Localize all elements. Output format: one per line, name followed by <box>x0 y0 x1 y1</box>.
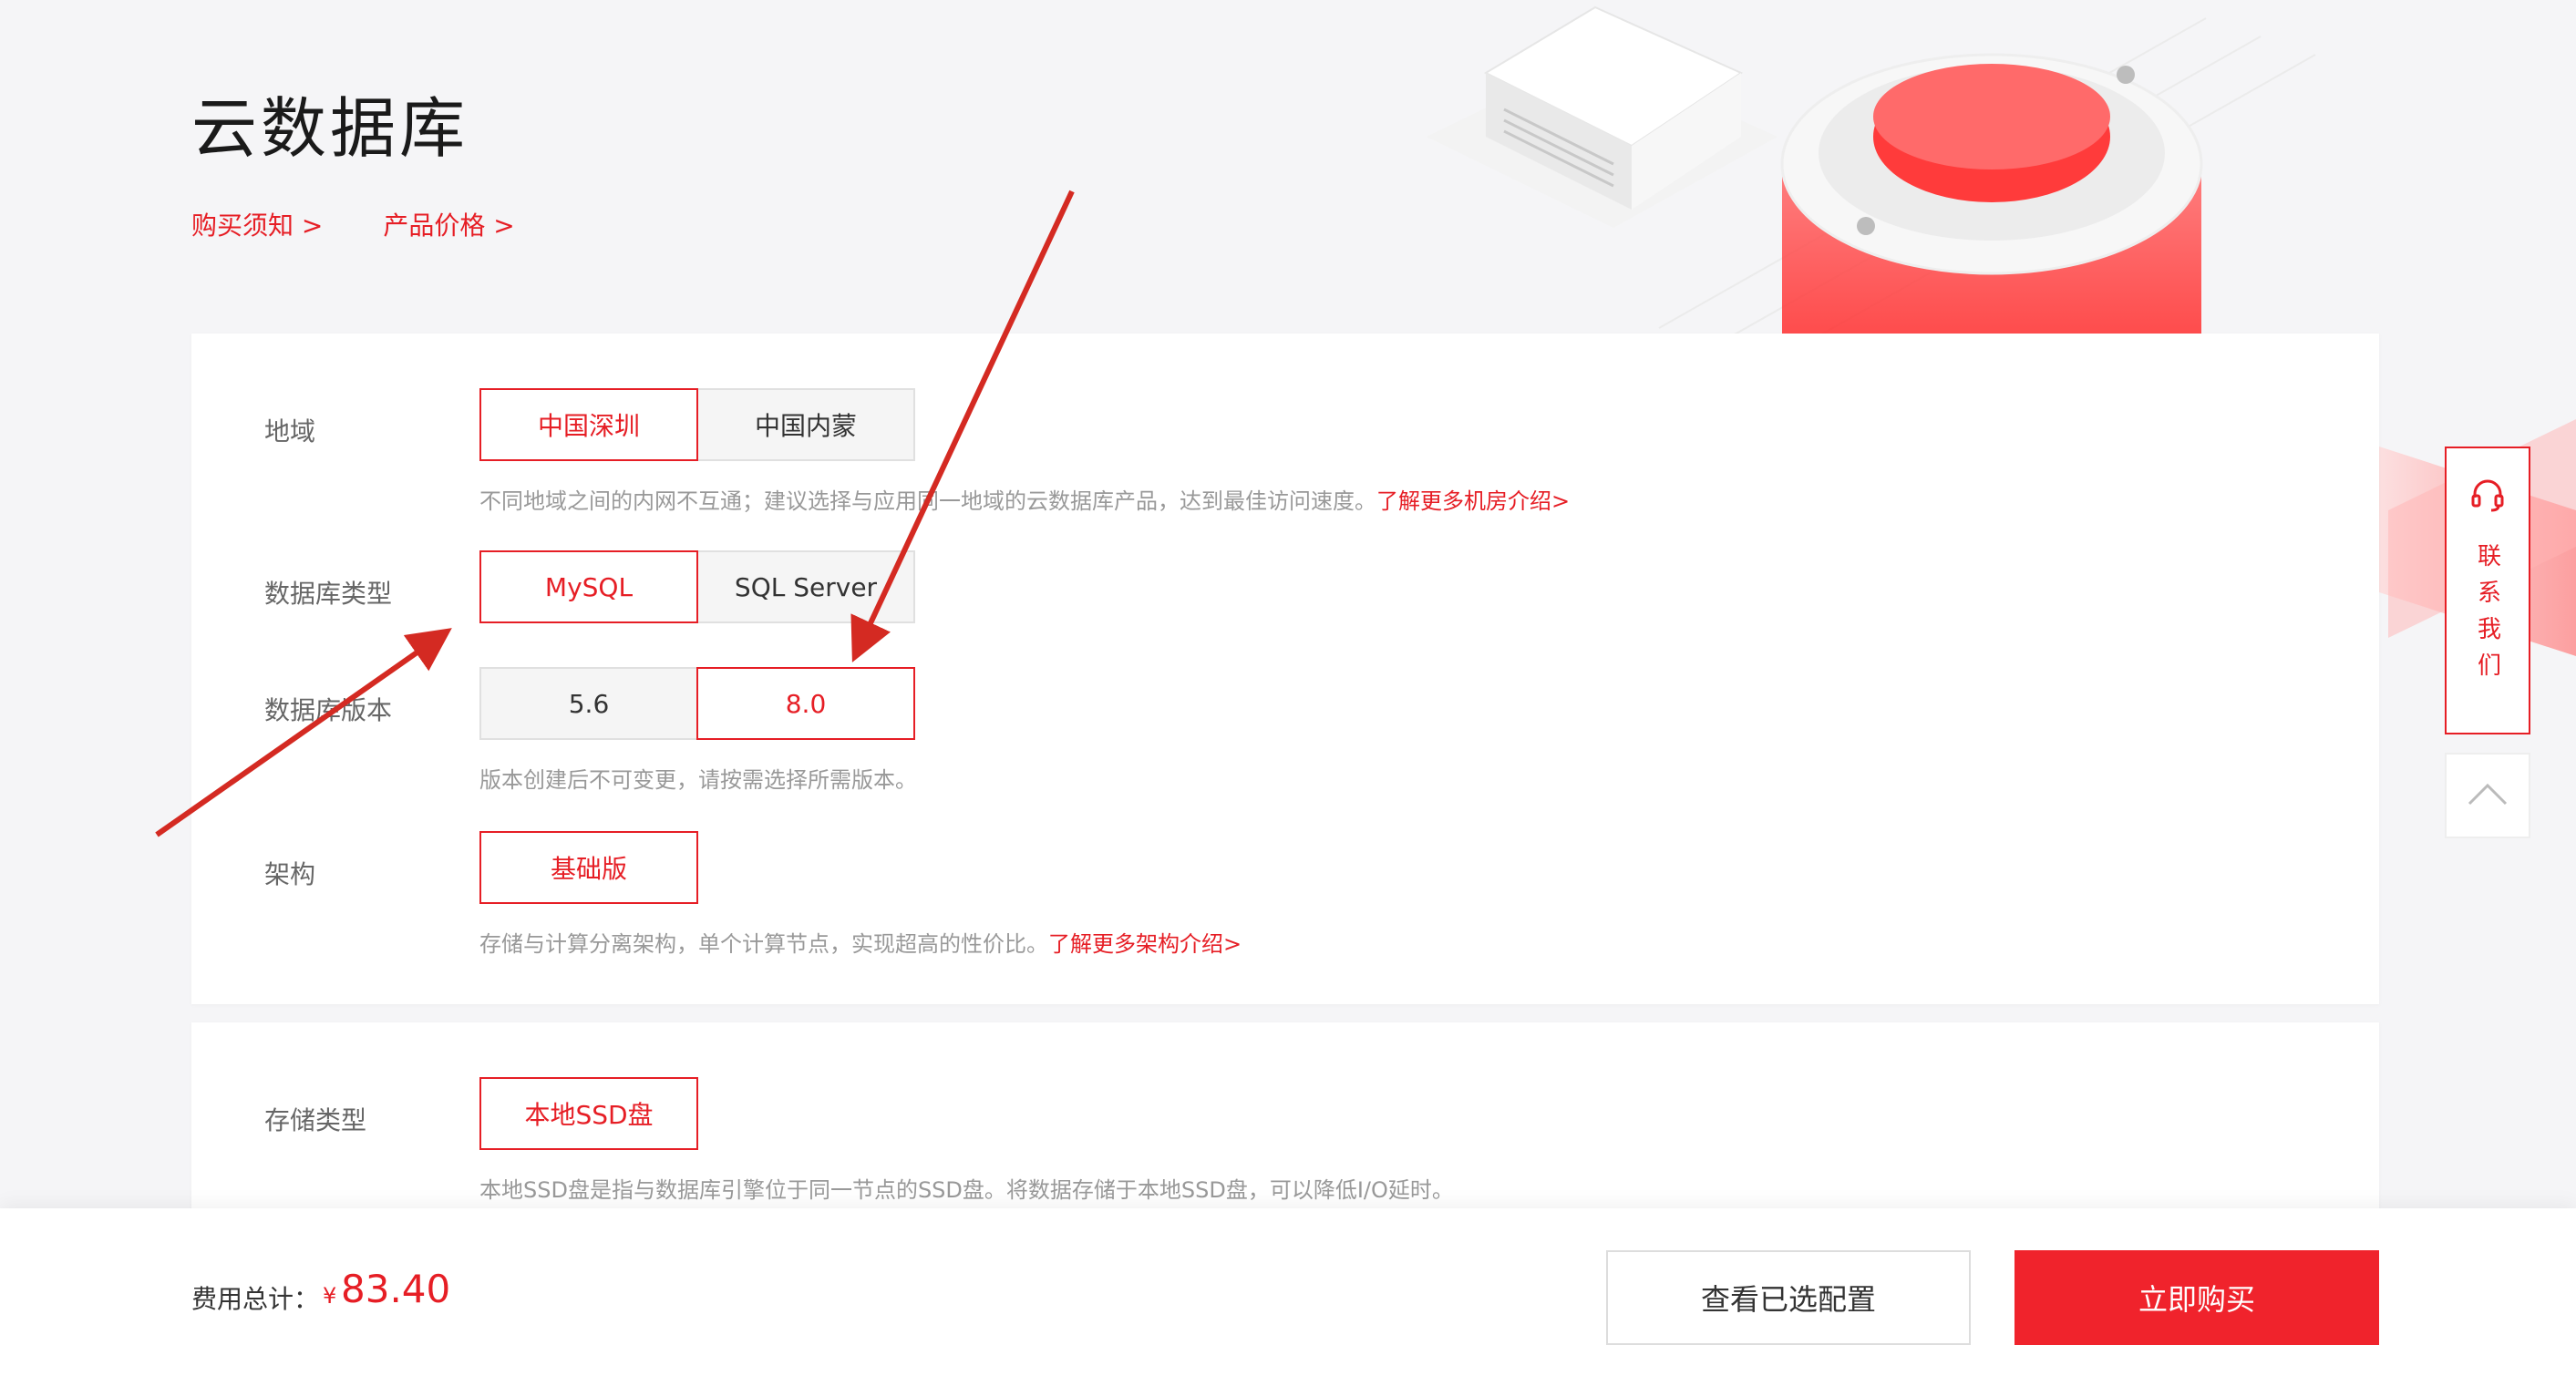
region-hint-text: 不同地域之间的内网不互通；建议选择与应用同一地域的云数据库产品，达到最佳访问速度… <box>479 488 1376 514</box>
view-config-button[interactable]: 查看已选配置 <box>1606 1250 1971 1345</box>
storage-hint: 本地SSD盘是指与数据库引擎位于同一节点的SSD盘。将数据存储于本地SSD盘，可… <box>479 1177 1454 1203</box>
footer-bar: 费用总计： ¥ 83.40 查看已选配置 立即购买 <box>0 1208 2576 1376</box>
architecture-option-basic[interactable]: 基础版 <box>479 831 698 904</box>
back-to-top-button[interactable] <box>2445 753 2530 838</box>
db-type-label: 数据库类型 <box>264 579 393 609</box>
contact-us-button[interactable]: 联系我们 <box>2445 447 2530 734</box>
architecture-more-link[interactable]: 了解更多架构介绍> <box>1048 931 1242 957</box>
region-options: 中国深圳 中国内蒙 <box>479 388 915 461</box>
region-label: 地域 <box>264 416 316 447</box>
currency-symbol: ¥ <box>323 1283 337 1309</box>
architecture-label: 架构 <box>264 859 316 889</box>
storage-label: 存储类型 <box>264 1105 367 1135</box>
region-option-neimeng[interactable]: 中国内蒙 <box>696 388 915 461</box>
hero-links: 购买须知 > 产品价格 > <box>191 206 515 242</box>
chevron-up-icon <box>2468 782 2508 809</box>
purchase-notice-link[interactable]: 购买须知 > <box>191 206 323 242</box>
db-type-option-sqlserver[interactable]: SQL Server <box>696 550 915 623</box>
product-price-link[interactable]: 产品价格 > <box>383 206 514 242</box>
contact-us-label: 联系我们 <box>2473 543 2501 689</box>
storage-options: 本地SSD盘 <box>479 1077 698 1150</box>
headset-icon <box>2469 476 2506 516</box>
architecture-options: 基础版 <box>479 831 698 904</box>
db-version-option-8-0[interactable]: 8.0 <box>696 667 915 740</box>
db-type-option-mysql[interactable]: MySQL <box>479 550 698 623</box>
storage-option-local-ssd[interactable]: 本地SSD盘 <box>479 1077 698 1150</box>
region-more-link[interactable]: 了解更多机房介绍> <box>1376 488 1570 514</box>
buy-now-button[interactable]: 立即购买 <box>2014 1250 2379 1345</box>
region-hint: 不同地域之间的内网不互通；建议选择与应用同一地域的云数据库产品，达到最佳访问速度… <box>479 483 1570 515</box>
db-type-options: MySQL SQL Server <box>479 550 915 623</box>
db-version-label: 数据库版本 <box>264 695 393 725</box>
total-label: 费用总计： <box>191 1284 320 1314</box>
config-card-basic: 地域 中国深圳 中国内蒙 不同地域之间的内网不互通；建议选择与应用同一地域的云数… <box>191 334 2379 1004</box>
architecture-hint: 存储与计算分离架构，单个计算节点，实现超高的性价比。了解更多架构介绍> <box>479 926 1242 958</box>
region-option-shenzhen[interactable]: 中国深圳 <box>479 388 698 461</box>
db-version-options: 5.6 8.0 <box>479 667 915 740</box>
architecture-hint-text: 存储与计算分离架构，单个计算节点，实现超高的性价比。 <box>479 931 1048 957</box>
page-title: 云数据库 <box>191 90 469 167</box>
db-version-hint: 版本创建后不可变更，请按需选择所需版本。 <box>479 767 917 793</box>
db-version-option-5-6[interactable]: 5.6 <box>479 667 698 740</box>
total-price: 83.40 <box>341 1267 451 1311</box>
